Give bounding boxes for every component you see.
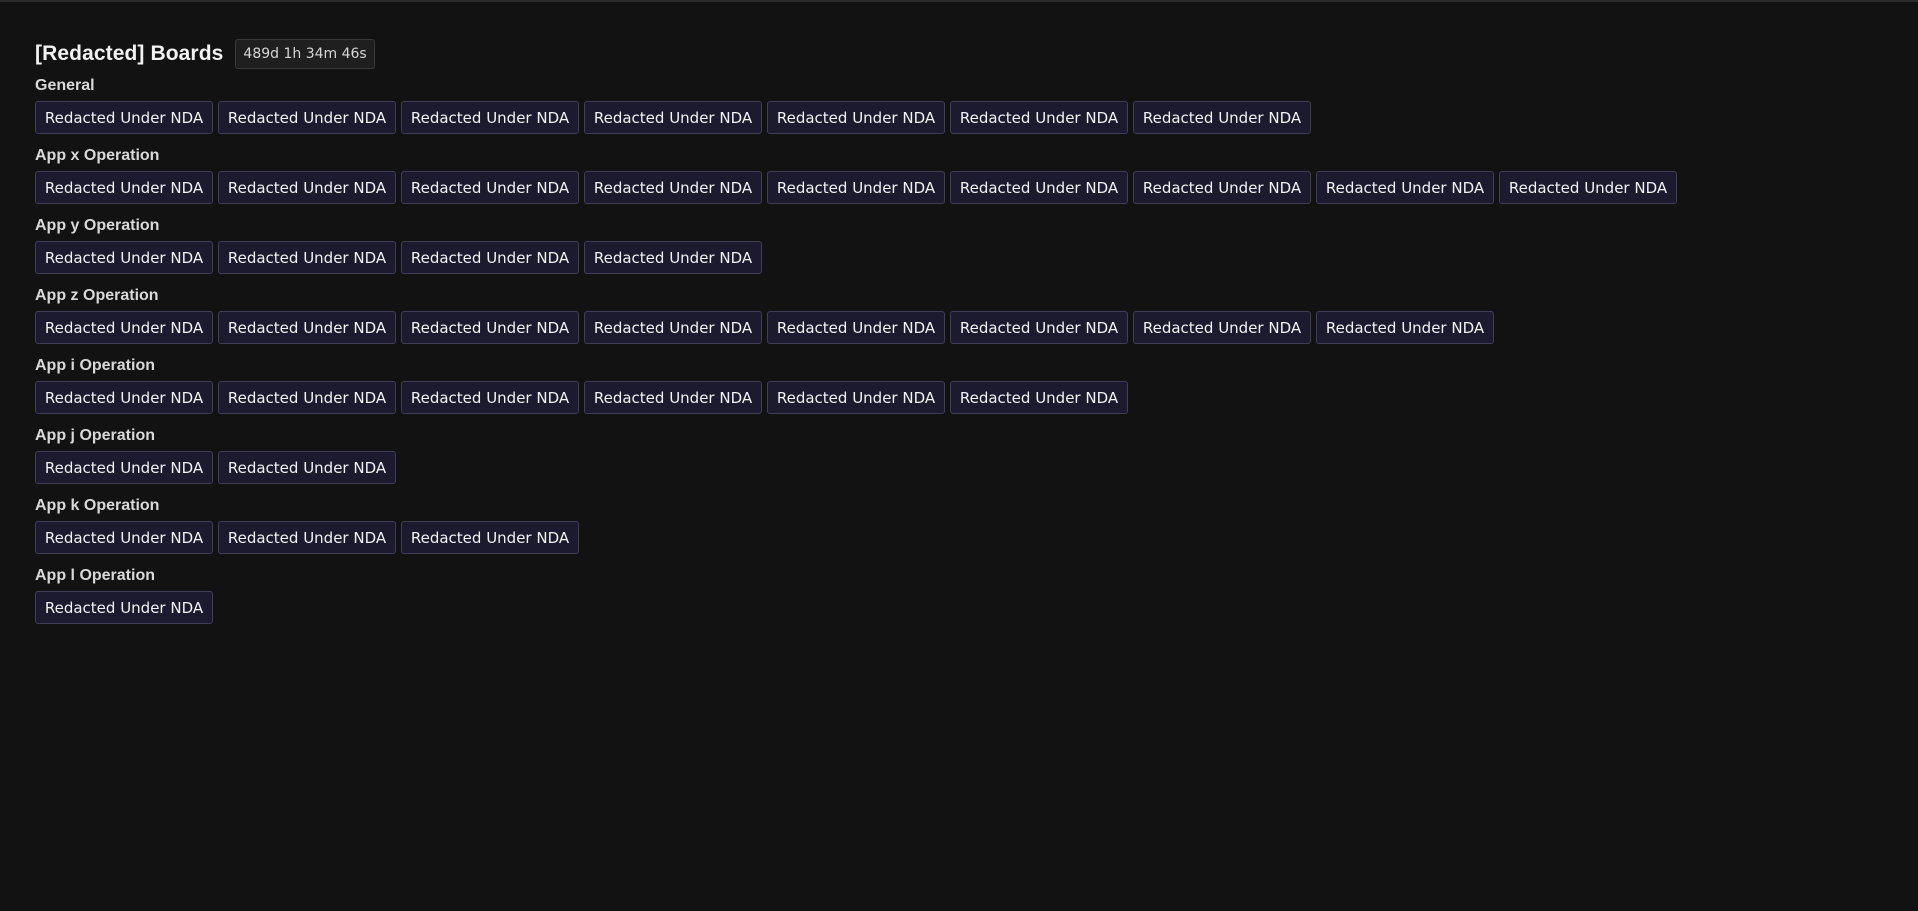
board-button[interactable]: Redacted Under NDA	[1133, 171, 1311, 204]
board-button[interactable]: Redacted Under NDA	[35, 381, 213, 414]
uptime-badge: 489d 1h 34m 46s	[235, 39, 375, 69]
board-button[interactable]: Redacted Under NDA	[218, 241, 396, 274]
board-button[interactable]: Redacted Under NDA	[950, 381, 1128, 414]
top-border	[0, 0, 1918, 2]
board-button-row: Redacted Under NDA Redacted Under NDA Reda…	[35, 311, 1895, 344]
board-button[interactable]: Redacted Under NDA	[1499, 171, 1677, 204]
board-button[interactable]: Redacted Under NDA	[767, 101, 945, 134]
board-button[interactable]: Redacted Under NDA	[401, 171, 579, 204]
section-title: App i Operation	[35, 357, 155, 374]
section-title: General	[35, 77, 95, 94]
board-button[interactable]: Redacted Under NDA	[950, 311, 1128, 344]
board-button[interactable]: Redacted Under NDA	[584, 101, 762, 134]
board-button[interactable]: Redacted Under NDA	[1316, 311, 1494, 344]
board-button[interactable]: Redacted Under NDA	[218, 521, 396, 554]
board-section: App x Operation Redacted Under NDA Redacte…	[35, 146, 1895, 204]
board-button[interactable]: Redacted Under NDA	[218, 381, 396, 414]
section-title: App z Operation	[35, 287, 159, 304]
board-section: App i Operation Redacted Under NDA Redacte…	[35, 356, 1895, 414]
board-button[interactable]: Redacted Under NDA	[401, 241, 579, 274]
board-button[interactable]: Redacted Under NDA	[767, 171, 945, 204]
board-button-row: Redacted Under NDA Redacted Under NDA Reda…	[35, 101, 1895, 134]
board-button[interactable]: Redacted Under NDA	[584, 241, 762, 274]
board-button[interactable]: Redacted Under NDA	[35, 171, 213, 204]
board-section: App j Operation Redacted Under NDA Redacte…	[35, 426, 1895, 484]
board-button[interactable]: Redacted Under NDA	[401, 311, 579, 344]
section-title: App l Operation	[35, 567, 155, 584]
board-button[interactable]: Redacted Under NDA	[401, 521, 579, 554]
board-button[interactable]: Redacted Under NDA	[767, 311, 945, 344]
board-button[interactable]: Redacted Under NDA	[35, 521, 213, 554]
board-button-row: Redacted Under NDA Redacted Under NDA Reda…	[35, 171, 1895, 204]
board-button-row: Redacted Under NDA Redacted Under NDA Reda…	[35, 241, 1895, 274]
board-button[interactable]: Redacted Under NDA	[1316, 171, 1494, 204]
board-button[interactable]: Redacted Under NDA	[1133, 311, 1311, 344]
board-button[interactable]: Redacted Under NDA	[767, 381, 945, 414]
board-button[interactable]: Redacted Under NDA	[950, 171, 1128, 204]
board-button[interactable]: Redacted Under NDA	[35, 101, 213, 134]
board-button[interactable]: Redacted Under NDA	[35, 451, 213, 484]
board-section: General Redacted Under NDA Redacted Under …	[35, 76, 1895, 134]
section-title: App y Operation	[35, 217, 160, 234]
board-button[interactable]: Redacted Under NDA	[35, 591, 213, 624]
section-title: App k Operation	[35, 497, 160, 514]
board-sections: General Redacted Under NDA Redacted Under …	[35, 76, 1895, 624]
board-button[interactable]: Redacted Under NDA	[1133, 101, 1311, 134]
board-button[interactable]: Redacted Under NDA	[401, 381, 579, 414]
section-title: App j Operation	[35, 427, 155, 444]
section-title: App x Operation	[35, 147, 160, 164]
board-button[interactable]: Redacted Under NDA	[35, 311, 213, 344]
board-button[interactable]: Redacted Under NDA	[401, 101, 579, 134]
boards-page: [Redacted] Boards 489d 1h 34m 46s Genera…	[35, 39, 1895, 636]
page-title: [Redacted] Boards	[35, 42, 224, 65]
board-button[interactable]: Redacted Under NDA	[35, 241, 213, 274]
board-button-row: Redacted Under NDA	[35, 591, 1895, 624]
board-button[interactable]: Redacted Under NDA	[584, 381, 762, 414]
board-button-row: Redacted Under NDA Redacted Under NDA Reda…	[35, 521, 1895, 554]
page-header: [Redacted] Boards 489d 1h 34m 46s	[35, 39, 1895, 69]
board-button-row: Redacted Under NDA Redacted Under NDA	[35, 451, 1895, 484]
board-button[interactable]: Redacted Under NDA	[584, 311, 762, 344]
board-button[interactable]: Redacted Under NDA	[950, 101, 1128, 134]
board-section: App z Operation Redacted Under NDA Redacte…	[35, 286, 1895, 344]
board-section: App l Operation Redacted Under NDA	[35, 566, 1895, 624]
board-button[interactable]: Redacted Under NDA	[218, 311, 396, 344]
board-section: App y Operation Redacted Under NDA Redacte…	[35, 216, 1895, 274]
board-button[interactable]: Redacted Under NDA	[218, 101, 396, 134]
board-section: App k Operation Redacted Under NDA Redacte…	[35, 496, 1895, 554]
board-button[interactable]: Redacted Under NDA	[218, 171, 396, 204]
board-button[interactable]: Redacted Under NDA	[584, 171, 762, 204]
board-button-row: Redacted Under NDA Redacted Under NDA Reda…	[35, 381, 1895, 414]
board-button[interactable]: Redacted Under NDA	[218, 451, 396, 484]
